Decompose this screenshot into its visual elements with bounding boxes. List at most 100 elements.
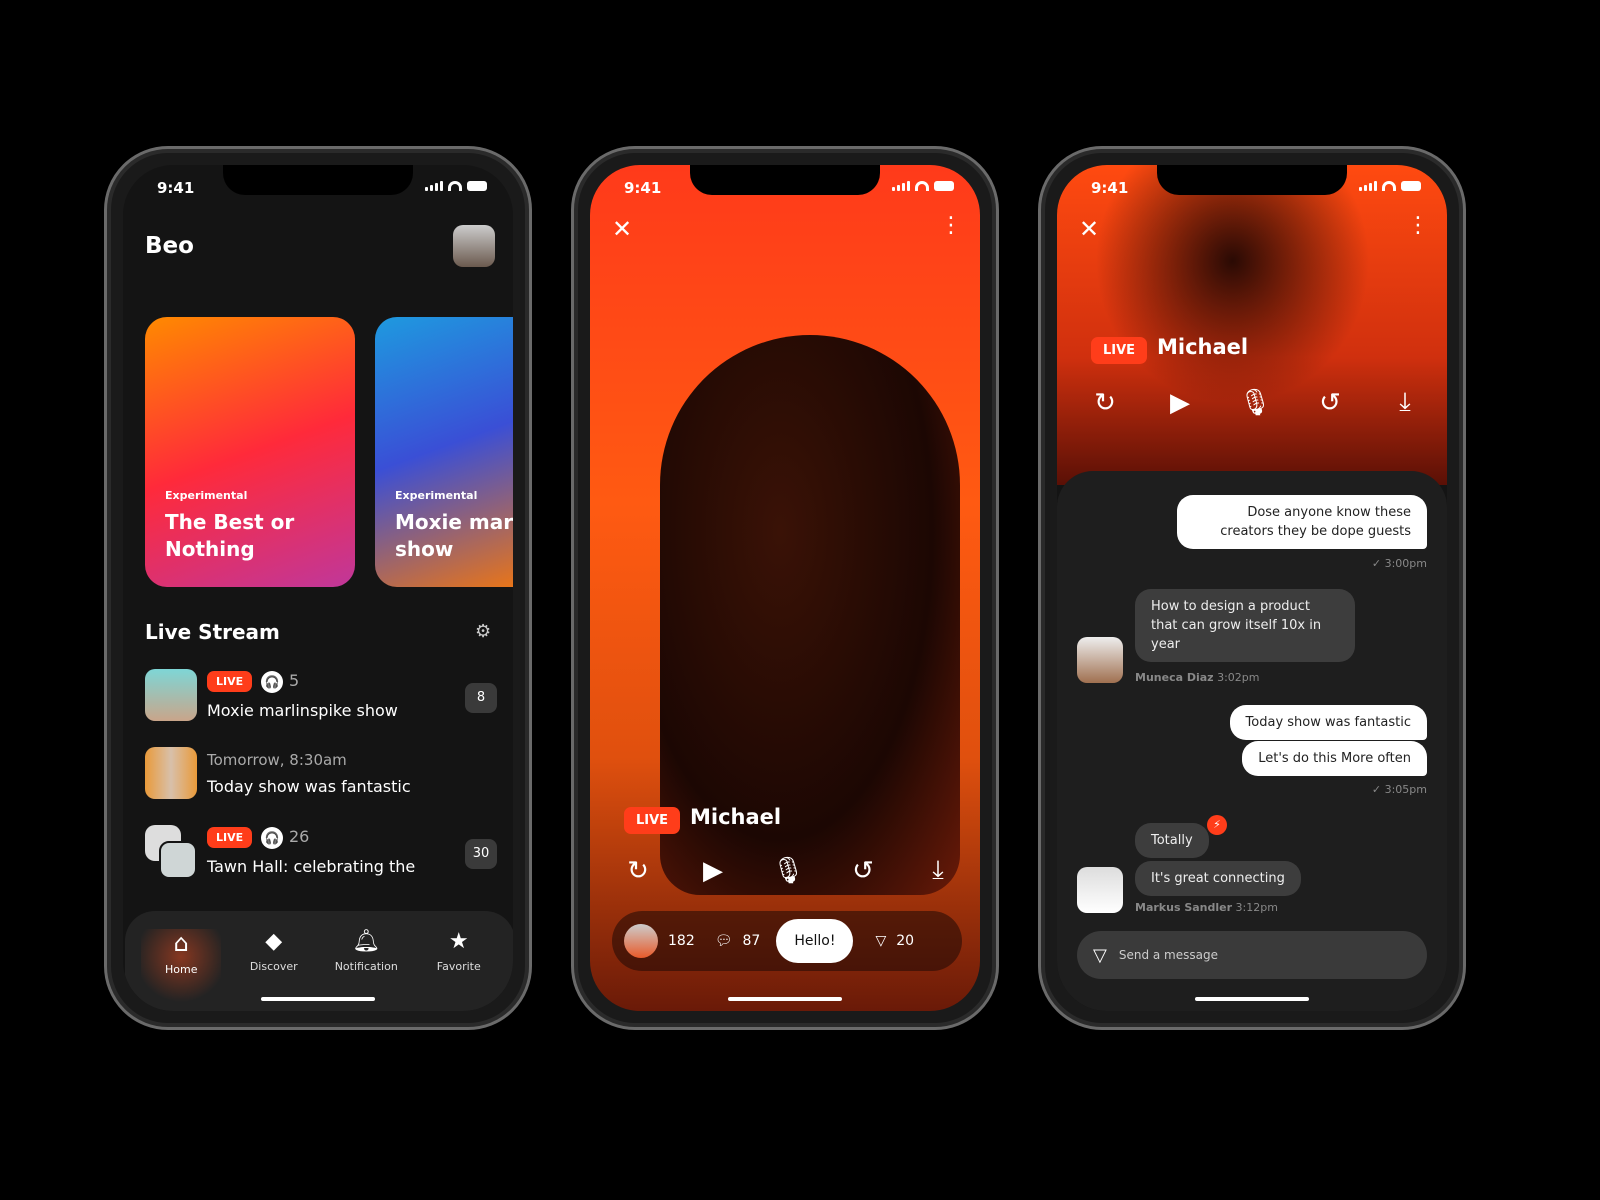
wifi-icon xyxy=(915,181,929,191)
avatar xyxy=(1077,637,1123,683)
phone-chat: 9:41 ✕ ⋮ LIVE Michael ↻ ▶ 🎙︎ ↺ ⤓ Dose anyone… xyxy=(1038,146,1466,1030)
time-text: 3:00pm xyxy=(1384,557,1427,570)
rotate-icon[interactable]: ↻ xyxy=(1087,388,1123,418)
live-badge: LIVE xyxy=(207,827,253,848)
rotate-icon[interactable]: ↻ xyxy=(620,856,656,886)
profile-avatar[interactable] xyxy=(453,225,495,267)
chat-panel: Dose anyone know these creators they be … xyxy=(1057,471,1447,1011)
comment-count: 87 xyxy=(742,933,761,949)
list-item[interactable]: LIVE 🎧 5 Moxie marlinspike show 8 xyxy=(145,669,497,725)
headphones-icon: 🎧 xyxy=(261,671,283,693)
close-icon[interactable]: ✕ xyxy=(612,215,632,243)
stream-subtitle: Tomorrow, 8:30am xyxy=(207,751,347,769)
video-camera-icon[interactable]: ▶ xyxy=(1162,388,1198,418)
bell-icon: 🔔︎ xyxy=(352,929,381,954)
card-title: Moxie marl show xyxy=(395,510,513,561)
listener-count: 26 xyxy=(289,827,310,846)
stream-title: Today show was fantastic xyxy=(207,777,411,796)
card-category: Experimental xyxy=(395,489,478,502)
nav-home[interactable]: ⌂ Home xyxy=(141,929,222,1011)
stream-title: Moxie marlinspike show xyxy=(207,701,398,720)
diamond-icon: ◆ xyxy=(265,929,283,954)
signal-icon xyxy=(425,181,443,191)
sliders-icon[interactable]: ⚙ xyxy=(475,621,491,642)
count-badge: 30 xyxy=(465,839,497,869)
notch xyxy=(223,165,413,195)
rotate-icon[interactable]: ↺ xyxy=(845,856,881,886)
microphone-icon[interactable]: 🎙︎ xyxy=(1237,388,1273,418)
author-name: Muneca Diaz xyxy=(1135,671,1214,684)
send-icon[interactable]: ▽ xyxy=(1093,945,1107,966)
stream-controls: ↻ ▶ 🎙︎ ↺ ⤓ xyxy=(620,855,956,886)
close-icon[interactable]: ✕ xyxy=(1079,215,1099,243)
battery-icon xyxy=(934,181,954,191)
status-time: 9:41 xyxy=(1091,179,1129,197)
home-indicator xyxy=(261,997,375,1001)
hello-button[interactable]: Hello! xyxy=(776,919,854,963)
message-incoming: How to design a product that can grow it… xyxy=(1135,589,1355,662)
status-icons xyxy=(425,181,487,191)
chat-screen: 9:41 ✕ ⋮ LIVE Michael ↻ ▶ 🎙︎ ↺ ⤓ Dose anyone… xyxy=(1057,165,1447,1011)
stream-title: Tawn Hall: celebrating the xyxy=(207,857,416,876)
message-meta: Muneca Diaz 3:02pm xyxy=(1135,671,1259,684)
app-title: Beo xyxy=(145,233,194,259)
stream-video xyxy=(1057,165,1447,485)
star-list-icon: ★ xyxy=(448,929,469,954)
notch xyxy=(690,165,880,195)
time-text: 3:02pm xyxy=(1217,671,1260,684)
card-title: The Best or Nothing xyxy=(165,510,295,561)
time-text: 3:05pm xyxy=(1384,783,1427,796)
nav-favorite[interactable]: ★ Favorite xyxy=(419,929,499,1011)
section-title: Live Stream xyxy=(145,620,280,644)
list-item[interactable]: LIVE 🎧 26 Tawn Hall: celebrating the 30 xyxy=(145,825,497,881)
phone-stream: 9:41 ✕ ⋮ LIVE Michael ↻ ▶ 🎙︎ ↺ ⤓ 182 💬︎ 87 He… xyxy=(571,146,999,1030)
live-badge: LIVE xyxy=(624,807,681,834)
home-indicator xyxy=(728,997,842,1001)
message-outgoing: Today show was fantastic xyxy=(1229,705,1427,740)
home-screen: 9:41 Beo Experimental The Best or Nothin… xyxy=(123,165,513,1011)
avatar xyxy=(145,747,197,799)
send-icon[interactable]: ▽ xyxy=(875,933,886,949)
time-text: 3:12pm xyxy=(1235,901,1278,914)
microphone-icon[interactable]: 🎙︎ xyxy=(770,856,806,886)
rotate-icon[interactable]: ↺ xyxy=(1312,388,1348,418)
battery-icon xyxy=(1401,181,1421,191)
status-time: 9:41 xyxy=(157,179,195,197)
nav-label: Home xyxy=(165,963,198,976)
message-meta: Markus Sandler 3:12pm xyxy=(1135,901,1278,914)
message-time: ✓ 3:00pm xyxy=(1371,557,1427,570)
more-icon[interactable]: ⋮ xyxy=(1407,213,1429,238)
message-time: ✓ 3:05pm xyxy=(1371,783,1427,796)
battery-icon xyxy=(467,181,487,191)
card-category: Experimental xyxy=(165,489,248,502)
avatar xyxy=(159,841,197,879)
count-badge: 8 xyxy=(465,683,497,713)
card-moxie-show[interactable]: Experimental Moxie marl show xyxy=(375,317,513,587)
headphones-icon: 🎧 xyxy=(261,827,283,849)
more-icon[interactable]: ⋮ xyxy=(940,213,962,238)
wifi-icon xyxy=(448,181,462,191)
download-icon[interactable]: ⤓ xyxy=(920,855,956,886)
message-outgoing: Dose anyone know these creators they be … xyxy=(1177,495,1427,549)
bottom-nav: ⌂ Home ◆ Discover 🔔︎ Notification ★ Favorite xyxy=(125,911,513,1011)
signal-icon xyxy=(892,181,910,191)
viewer-count: 182 xyxy=(668,933,695,949)
nav-label: Discover xyxy=(249,960,298,973)
author-name: Markus Sandler xyxy=(1135,901,1233,914)
message-incoming: It's great connecting xyxy=(1135,861,1301,896)
status-time: 9:41 xyxy=(624,179,662,197)
video-camera-icon[interactable]: ▶ xyxy=(695,856,731,886)
message-input[interactable]: ▽ Send a message xyxy=(1077,931,1427,979)
card-the-best-or-nothing[interactable]: Experimental The Best or Nothing xyxy=(145,317,355,587)
home-indicator xyxy=(1195,997,1309,1001)
download-icon[interactable]: ⤓ xyxy=(1387,387,1423,418)
phone-home: 9:41 Beo Experimental The Best or Nothin… xyxy=(104,146,532,1030)
message-placeholder: Send a message xyxy=(1118,948,1218,962)
nav-label: Favorite xyxy=(436,960,481,973)
avatar xyxy=(624,924,658,958)
notch xyxy=(1157,165,1347,195)
list-item[interactable]: Tomorrow, 8:30am Today show was fantasti… xyxy=(145,747,497,803)
message-incoming: Totally xyxy=(1135,823,1209,858)
comment-icon[interactable]: 💬︎ xyxy=(715,933,733,949)
live-badge: LIVE xyxy=(1091,337,1148,364)
